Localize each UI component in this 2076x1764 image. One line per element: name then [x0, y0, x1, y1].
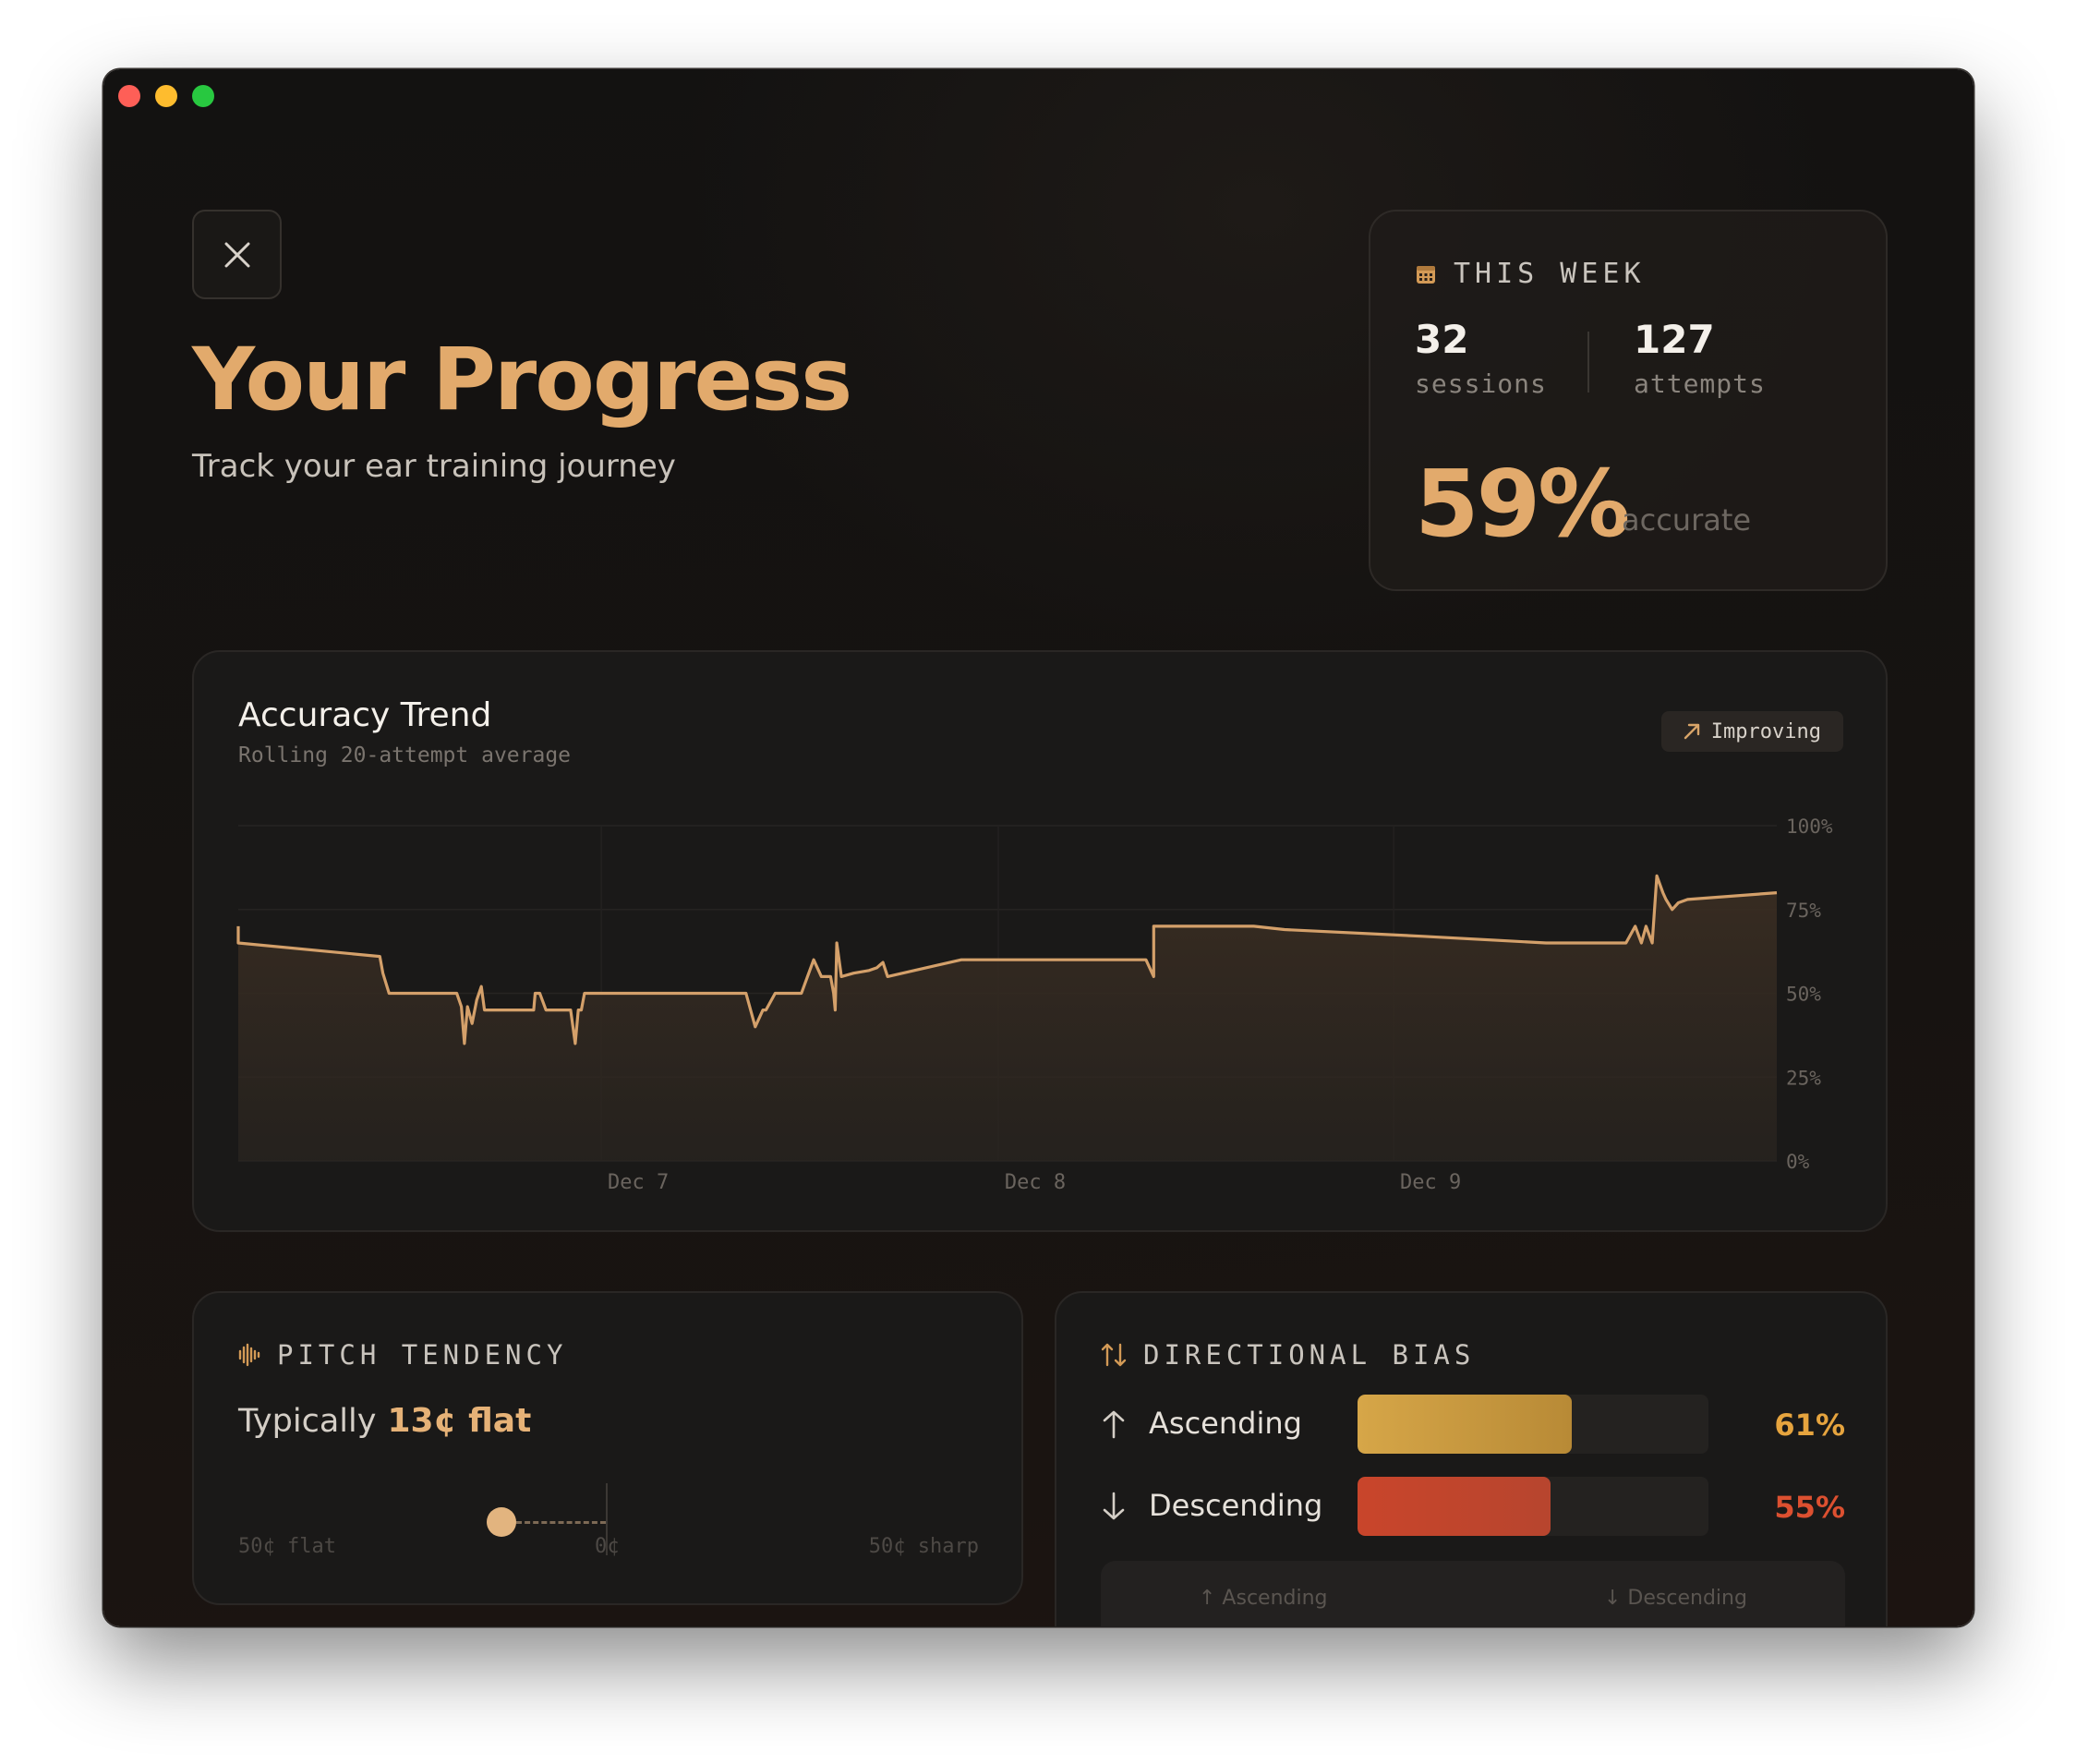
app-window: Your Progress Track your ear training jo…	[103, 69, 1973, 1626]
waveform-icon	[238, 1343, 260, 1367]
window-controls	[118, 85, 214, 107]
directional-bias-card: DIRECTIONAL BIAS Ascending 61% Descendin…	[1055, 1291, 1888, 1626]
accuracy-trend-card: Accuracy Trend Rolling 20-attempt averag…	[192, 650, 1888, 1232]
sessions-label: sessions	[1415, 369, 1547, 399]
ascending-bar-track	[1358, 1395, 1708, 1454]
this-week-card: THIS WEEK 32 sessions 127 attempts 59% a…	[1369, 210, 1888, 591]
accuracy-trend-chart: 0% 25% 50% 75% 100% Dec 7 Dec 8 Dec 9	[236, 816, 1833, 1194]
detail-descending-label: ↓ Descending	[1604, 1587, 1747, 1610]
calendar-icon	[1417, 265, 1435, 284]
y-tick-label: 100%	[1786, 816, 1833, 838]
accuracy-area	[238, 876, 1777, 1161]
pitch-summary: Typically 13¢ flat	[238, 1402, 531, 1440]
stat-divider	[1587, 332, 1589, 393]
attempts-label: attempts	[1634, 369, 1766, 399]
pitch-tendency-card: PITCH TENDENCY Typically 13¢ flat 50¢ fla…	[192, 1291, 1023, 1605]
typically-label: Typically	[238, 1403, 377, 1440]
pitch-label: PITCH TENDENCY	[277, 1339, 568, 1371]
ascending-row: Ascending 61%	[1101, 1395, 1845, 1454]
x-tick-label: Dec 9	[1400, 1171, 1461, 1194]
y-tick-label: 75%	[1786, 900, 1821, 922]
x-tick-label: Dec 7	[608, 1171, 669, 1194]
scale-center-label: 0¢	[595, 1535, 620, 1558]
page-subtitle: Track your ear training journey	[192, 448, 676, 485]
close-window-button[interactable]	[118, 85, 140, 107]
page-title: Your Progress	[192, 330, 852, 430]
x-tick-label: Dec 8	[1005, 1171, 1066, 1194]
close-icon	[224, 242, 249, 267]
y-tick-label: 0%	[1786, 1151, 1810, 1173]
accuracy-value: 59%	[1415, 450, 1630, 558]
accuracy-label: accurate	[1622, 502, 1752, 538]
bias-header: DIRECTIONAL BIAS	[1101, 1339, 1475, 1371]
sessions-count: 32	[1415, 317, 1469, 362]
y-tick-label: 50%	[1786, 984, 1821, 1006]
bias-label: DIRECTIONAL BIAS	[1143, 1339, 1476, 1371]
scale-left-label: 50¢ flat	[238, 1535, 336, 1558]
y-tick-label: 25%	[1786, 1067, 1821, 1089]
ascending-bar-fill	[1358, 1395, 1572, 1454]
ascending-label: Ascending	[1149, 1406, 1302, 1441]
pitch-value: 13¢ flat	[387, 1402, 532, 1440]
arrow-down-icon	[1103, 1492, 1125, 1520]
descending-bar-track	[1358, 1477, 1708, 1536]
sort-arrows-icon	[1101, 1343, 1127, 1367]
scale-right-label: 50¢ sharp	[868, 1535, 979, 1558]
descending-percent: 55%	[1774, 1490, 1845, 1525]
this-week-label: THIS WEEK	[1454, 258, 1646, 290]
arrow-up-icon	[1103, 1410, 1125, 1439]
zoom-window-button[interactable]	[192, 85, 214, 107]
attempts-count: 127	[1634, 317, 1715, 362]
detail-ascending-label: ↑ Ascending	[1199, 1587, 1328, 1610]
minimize-window-button[interactable]	[155, 85, 177, 107]
pitch-header: PITCH TENDENCY	[238, 1339, 567, 1371]
this-week-header: THIS WEEK	[1415, 258, 1646, 290]
pitch-indicator	[486, 1507, 516, 1537]
offset-dash	[515, 1521, 606, 1524]
close-button[interactable]	[192, 210, 282, 299]
descending-bar-fill	[1358, 1477, 1551, 1536]
descending-row: Descending 55%	[1101, 1477, 1845, 1536]
bias-detail-panel: ↑ Ascending ↓ Descending	[1101, 1561, 1845, 1626]
ascending-percent: 61%	[1774, 1408, 1845, 1443]
descending-label: Descending	[1149, 1488, 1323, 1523]
